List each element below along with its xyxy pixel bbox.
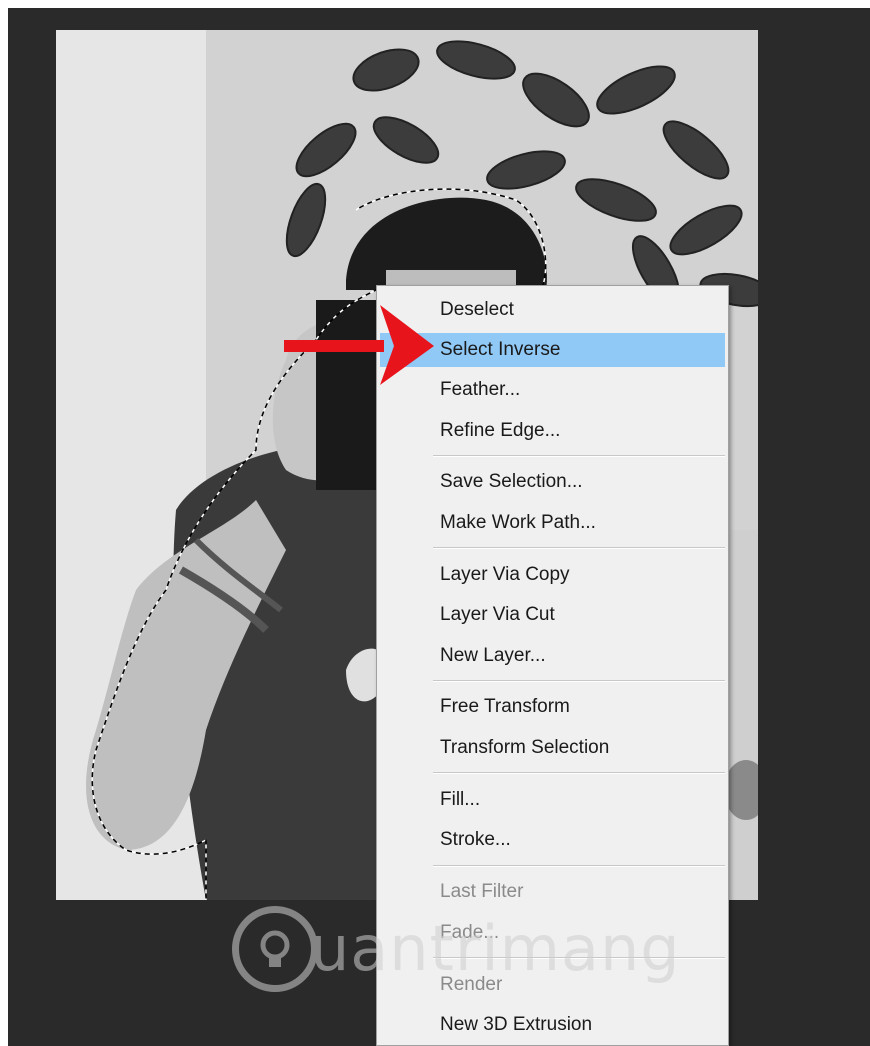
watermark-text: uantrimang	[310, 912, 681, 985]
menu-item-make-work-path[interactable]: Make Work Path...	[377, 506, 728, 540]
menu-item-new-layer[interactable]: New Layer...	[377, 639, 728, 673]
red-arrow-icon	[284, 305, 434, 385]
lightbulb-icon	[232, 906, 318, 992]
menu-item-transform-selection[interactable]: Transform Selection	[377, 731, 728, 765]
menu-separator	[433, 455, 725, 457]
menu-item-refine-edge[interactable]: Refine Edge...	[377, 414, 728, 448]
menu-separator	[433, 680, 725, 682]
menu-separator	[433, 547, 725, 549]
menu-item-save-selection[interactable]: Save Selection...	[377, 465, 728, 499]
menu-item-fill[interactable]: Fill...	[377, 783, 728, 817]
menu-item-last-filter: Last Filter	[440, 881, 524, 902]
menu-item-layer-via-cut[interactable]: Layer Via Cut	[377, 598, 728, 632]
menu-separator	[433, 772, 725, 774]
menu-item-stroke[interactable]: Stroke...	[377, 823, 728, 857]
menu-item-free-transform[interactable]: Free Transform	[377, 690, 728, 724]
menu-item-layer-via-copy[interactable]: Layer Via Copy	[377, 558, 728, 592]
menu-separator	[433, 865, 725, 867]
menu-item-new-3d-extrusion[interactable]: New 3D Extrusion	[377, 1008, 728, 1042]
watermark: uantrimang	[232, 906, 680, 998]
